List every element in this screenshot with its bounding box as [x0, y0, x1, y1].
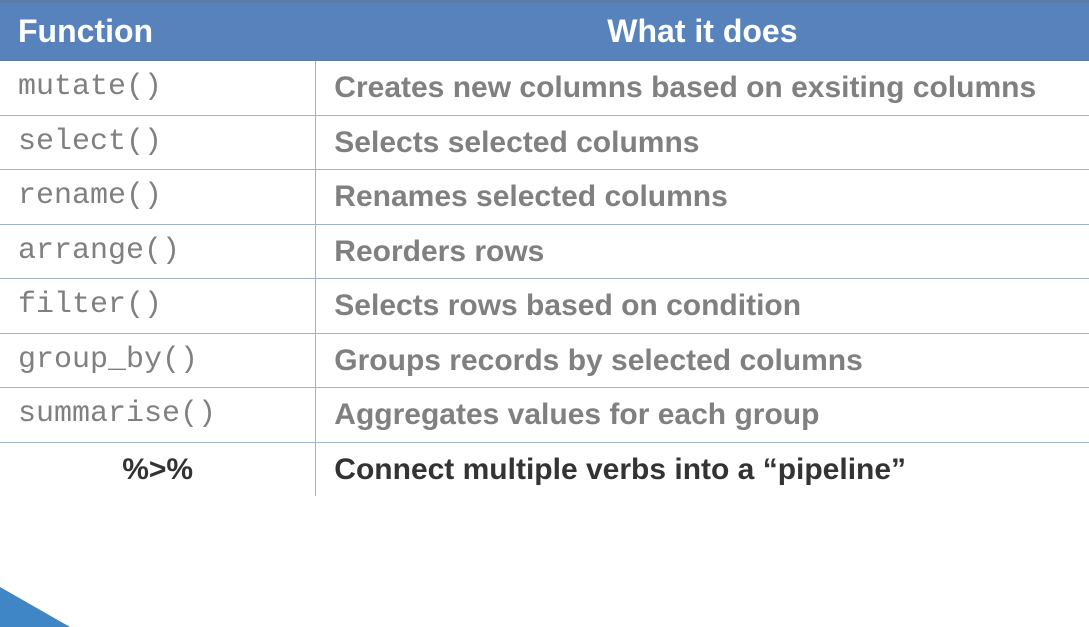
table-row: filter() Selects rows based on condition — [0, 279, 1089, 334]
cell-description: Groups records by selected columns — [316, 333, 1089, 388]
cell-function: group_by() — [0, 333, 316, 388]
functions-table: Function What it does mutate() Creates n… — [0, 0, 1089, 496]
table-row: mutate() Creates new columns based on ex… — [0, 61, 1089, 116]
cell-function: mutate() — [0, 61, 316, 116]
cell-function: rename() — [0, 170, 316, 225]
header-function: Function — [0, 2, 316, 61]
table-row: summarise() Aggregates values for each g… — [0, 388, 1089, 443]
table-row: arrange() Reorders rows — [0, 224, 1089, 279]
table-body: mutate() Creates new columns based on ex… — [0, 61, 1089, 497]
cell-description-pipe: Connect multiple verbs into a “pipeline” — [316, 442, 1089, 496]
corner-accent — [0, 587, 70, 627]
cell-function: filter() — [0, 279, 316, 334]
cell-function: summarise() — [0, 388, 316, 443]
table-row: select() Selects selected columns — [0, 115, 1089, 170]
cell-description: Selects selected columns — [316, 115, 1089, 170]
table-row: rename() Renames selected columns — [0, 170, 1089, 225]
cell-description: Creates new columns based on exsiting co… — [316, 61, 1089, 116]
table-header-row: Function What it does — [0, 2, 1089, 61]
header-description: What it does — [316, 2, 1089, 61]
cell-function: select() — [0, 115, 316, 170]
table-row-pipe: %>% Connect multiple verbs into a “pipel… — [0, 442, 1089, 496]
cell-description: Renames selected columns — [316, 170, 1089, 225]
cell-description: Reorders rows — [316, 224, 1089, 279]
cell-description: Selects rows based on condition — [316, 279, 1089, 334]
cell-description: Aggregates values for each group — [316, 388, 1089, 443]
cell-function: arrange() — [0, 224, 316, 279]
cell-function-pipe: %>% — [0, 442, 316, 496]
table-row: group_by() Groups records by selected co… — [0, 333, 1089, 388]
